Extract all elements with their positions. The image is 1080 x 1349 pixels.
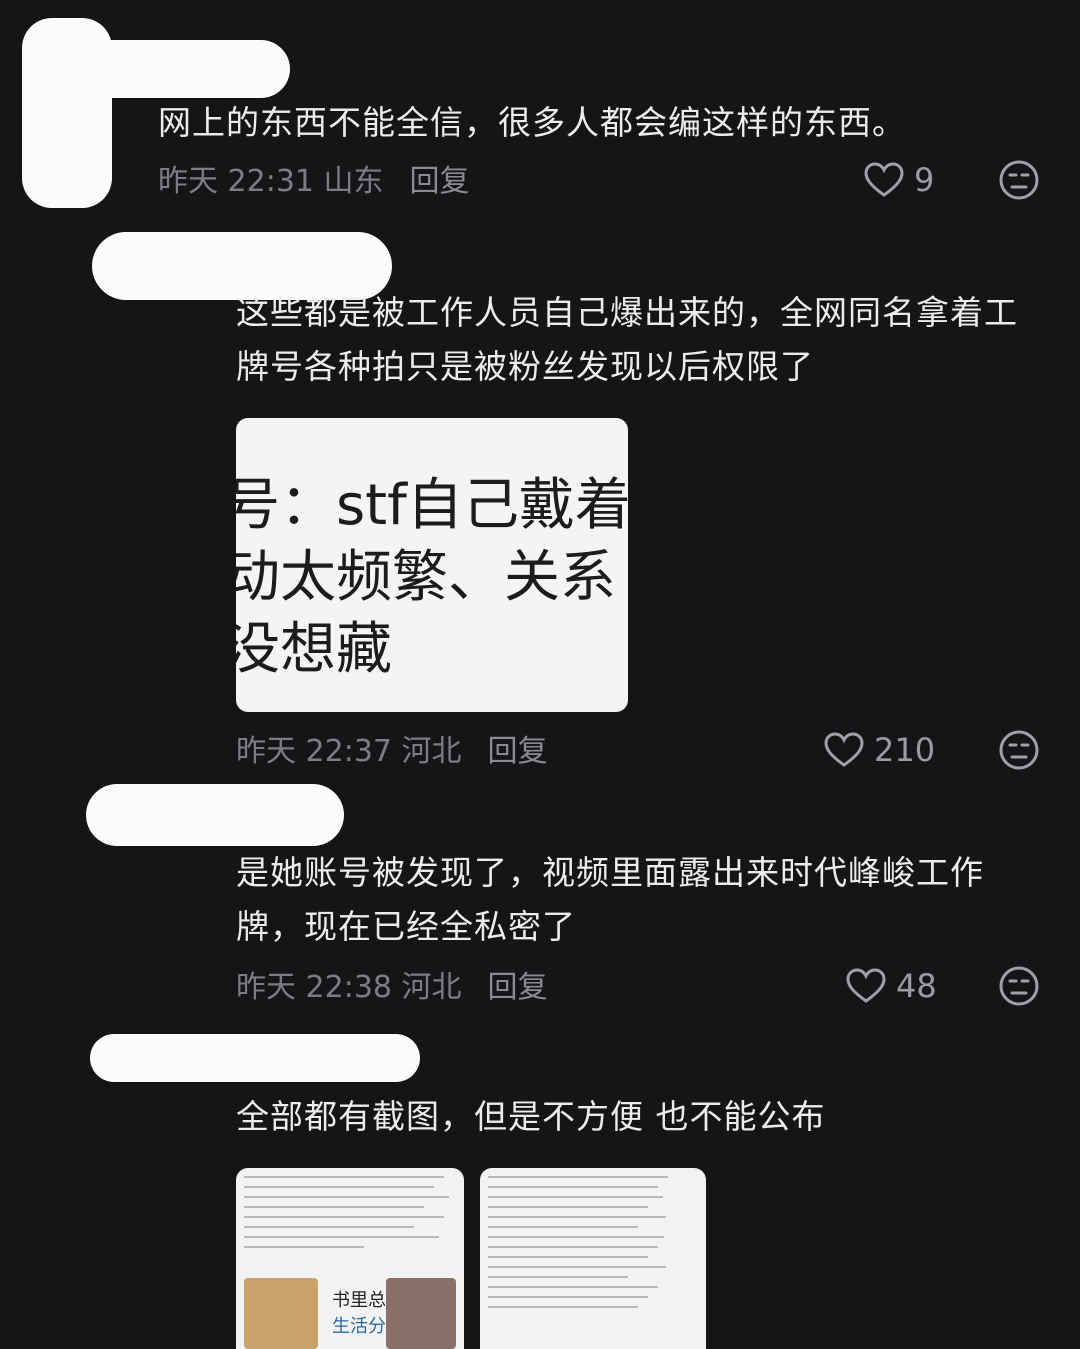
comment-3-reply-button[interactable]: 回复 — [488, 962, 548, 1006]
thumbnail-text-line — [488, 1206, 648, 1208]
thumbnail-text-line — [488, 1186, 658, 1188]
comment-2-text: 这些都是被工作人员自己爆出来的，全网同名拿着工 牌号各种拍只是被粉丝发现以后权限… — [236, 286, 1018, 394]
comment-2-like-button[interactable]: 210 — [824, 728, 935, 772]
comment-3-time: 昨天 22:38 河北 — [236, 970, 462, 1005]
redacted-username — [86, 784, 344, 846]
comment-3-text: 是她账号被发现了，视频里面露出来时代峰峻工作 牌，现在已经全私密了 — [236, 846, 984, 954]
comment-1-meta: 昨天 22:31 山东 回复 — [158, 156, 470, 200]
thumbnail-text-line — [488, 1306, 638, 1308]
thumbnail-text-line — [488, 1286, 658, 1288]
thumbnail-text-line — [488, 1236, 664, 1238]
dislike-face-icon[interactable] — [998, 159, 1040, 201]
dislike-face-icon[interactable] — [998, 729, 1040, 771]
comment-1-text: 网上的东西不能全信，很多人都会编这样的东西。 — [158, 96, 906, 150]
image-text-line-2: 动太频繁、关系 — [236, 545, 616, 610]
thumbnail-text-line — [488, 1176, 668, 1178]
comment-3-like-button[interactable]: 48 — [846, 964, 937, 1008]
thumbnail-text-line — [244, 1236, 439, 1238]
comment-2-line-2: 牌号各种拍只是被粉丝发现以后权限了 — [236, 347, 814, 386]
thumbnail-text-line — [244, 1176, 444, 1178]
heart-icon — [824, 732, 864, 767]
thumbnail-text-line — [488, 1246, 658, 1248]
heart-icon — [864, 162, 904, 197]
comment-1-line-1: 网上的东西不能全信，很多人都会编这样的东西。 — [158, 103, 906, 142]
comment-4-line-1: 全部都有截图，但是不方便 也不能公布 — [236, 1097, 826, 1136]
thumbnail-text-line — [244, 1196, 449, 1198]
thumbnail-label: 书里总 生活分 — [332, 1288, 386, 1340]
thumbnail-label-line-1: 书里总 — [332, 1290, 386, 1311]
dislike-face-icon[interactable] — [998, 965, 1040, 1007]
comment-4-text: 全部都有截图，但是不方便 也不能公布 — [236, 1090, 826, 1144]
comment-2-image[interactable]: 号：stf自己戴着 动太频繁、关系 没想藏 — [236, 418, 628, 712]
thumbnail-label-line-2: 生活分 — [332, 1316, 386, 1337]
comment-3-meta: 昨天 22:38 河北 回复 — [236, 962, 548, 1006]
thumbnail-text-line — [244, 1216, 444, 1218]
comment-3-line-2: 牌，现在已经全私密了 — [236, 907, 576, 946]
comment-1-like-count: 9 — [914, 161, 935, 199]
thumbnail-text-line — [488, 1226, 638, 1228]
comment-4-thumbnail-2[interactable] — [480, 1168, 706, 1349]
image-text-line-1: 号：stf自己戴着 — [236, 473, 628, 538]
comment-3-like-count: 48 — [896, 967, 937, 1005]
thumbnail-text-line — [244, 1206, 424, 1208]
heart-icon — [846, 968, 886, 1003]
redacted-username — [90, 1034, 420, 1082]
thumbnail-text-line — [244, 1246, 364, 1248]
comment-1-like-button[interactable]: 9 — [864, 158, 934, 202]
thumbnail-text-line — [244, 1226, 414, 1228]
thumbnail-text-line — [488, 1296, 648, 1298]
comment-2-time: 昨天 22:37 河北 — [236, 734, 462, 769]
thumbnail-text-line — [488, 1196, 663, 1198]
comment-2-line-1: 这些都是被工作人员自己爆出来的，全网同名拿着工 — [236, 293, 1018, 332]
comment-2-like-count: 210 — [874, 731, 936, 769]
thumbnail-text-line — [488, 1256, 648, 1258]
thumbnail-text-line — [488, 1266, 666, 1268]
thumbnail-text-line — [244, 1186, 434, 1188]
comment-2-meta: 昨天 22:37 河北 回复 — [236, 726, 548, 770]
thumbnail-text-line — [488, 1276, 628, 1278]
comment-2-image-text: 号：stf自己戴着 动太频繁、关系 没想藏 — [236, 470, 628, 686]
comment-2-reply-button[interactable]: 回复 — [488, 726, 548, 770]
thumbnail-photo — [386, 1278, 456, 1349]
comment-1-time: 昨天 22:31 山东 — [158, 164, 384, 199]
thumbnail-photo — [244, 1278, 318, 1349]
comment-3-line-1: 是她账号被发现了，视频里面露出来时代峰峻工作 — [236, 853, 984, 892]
redacted-username — [40, 40, 290, 98]
comment-1-reply-button[interactable]: 回复 — [410, 156, 470, 200]
comment-4-thumbnail-1[interactable]: 书里总 生活分 — [236, 1168, 464, 1349]
thumbnail-text-line — [488, 1216, 666, 1218]
image-text-line-3: 没想藏 — [236, 617, 392, 682]
